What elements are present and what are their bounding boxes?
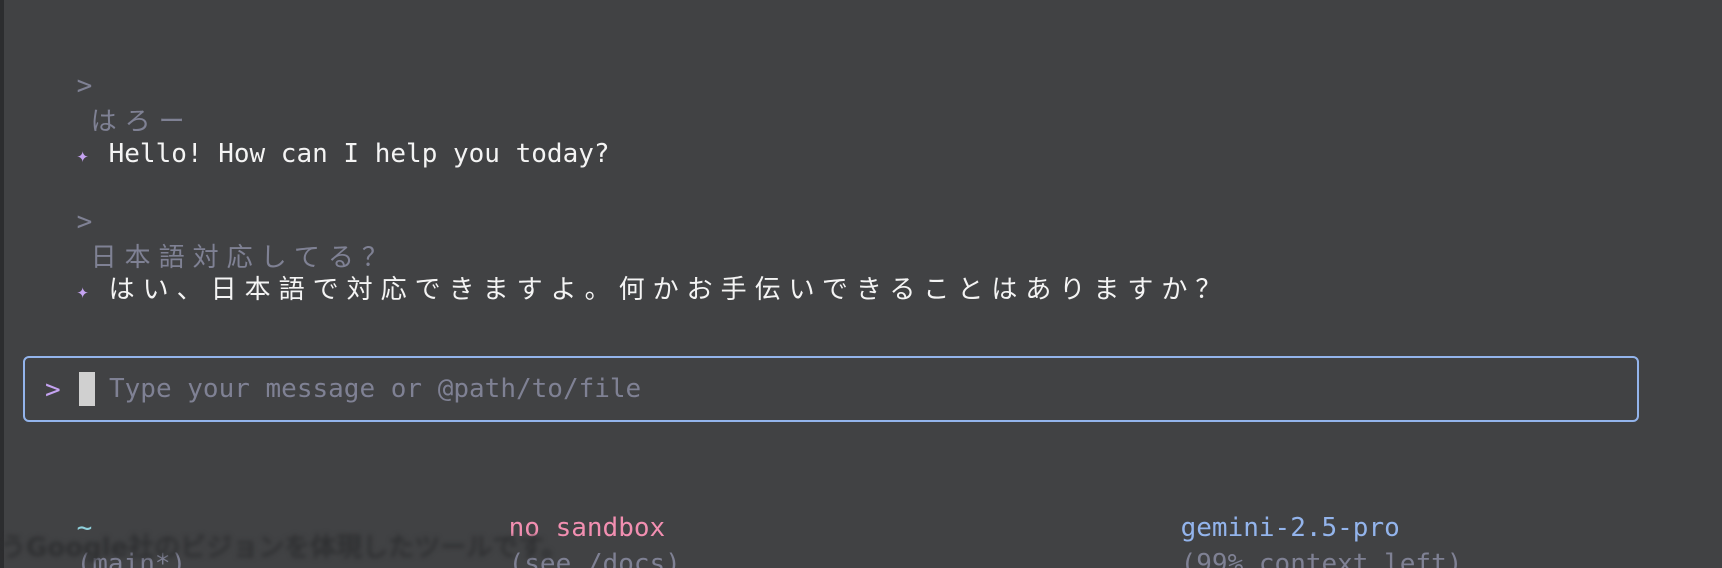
user-prompt-marker: > <box>76 71 93 101</box>
input-prompt-marker: > <box>45 375 61 405</box>
user-message: > はろー <box>14 32 193 137</box>
assistant-message: ✦ Hello! How can I help you today? <box>14 100 610 169</box>
assistant-message-text: はい、日本語で対応できますよ。何かお手伝いできることはありますか？ <box>108 275 1230 305</box>
terminal-window: > はろー ✦ Hello! How can I help you today? … <box>0 0 1722 568</box>
message-input-box[interactable]: > <box>23 356 1639 422</box>
status-directory: ~ (main*) <box>14 474 187 568</box>
text-cursor <box>79 372 95 406</box>
window-edge <box>0 0 4 568</box>
status-sandbox: no sandbox (see /docs) <box>446 474 681 568</box>
assistant-message-text: Hello! How can I help you today? <box>108 139 610 169</box>
user-prompt-marker: > <box>76 207 93 237</box>
sparkle-icon: ✦ <box>76 279 89 303</box>
background-text: うGoogle社のビジョンを体現したツールです。 <box>0 533 568 563</box>
context-remaining: (99% context left) <box>1180 549 1463 568</box>
model-label: gemini-2.5-pro <box>1180 513 1400 543</box>
message-input[interactable] <box>109 370 1509 408</box>
status-model: gemini-2.5-pro (99% context left) <box>1118 474 1463 568</box>
user-message: > 日本語対応してる？ <box>14 168 396 273</box>
assistant-message: ✦ はい、日本語で対応できますよ。何かお手伝いできることはありますか？ <box>14 236 1229 305</box>
